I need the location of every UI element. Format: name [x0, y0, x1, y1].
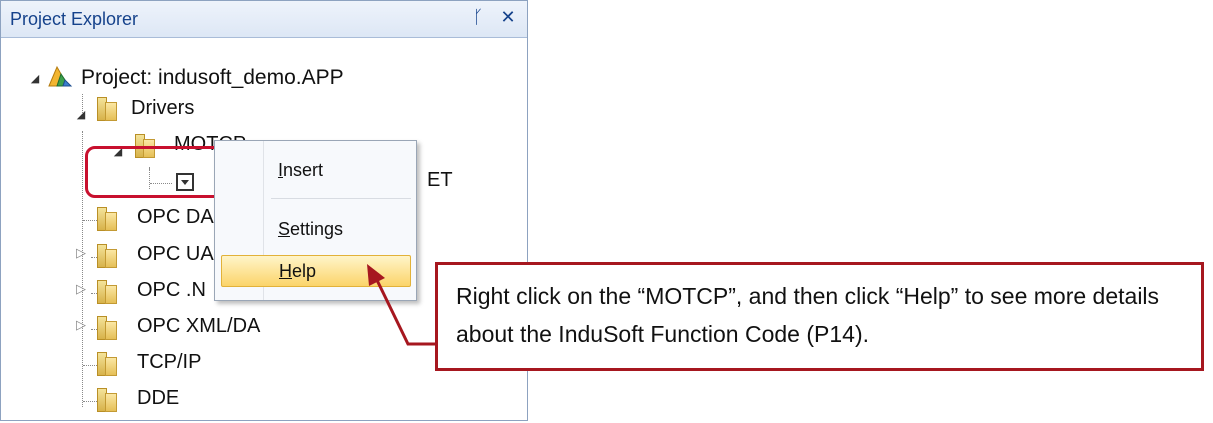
annotation-callout: Right click on the “MOTCP”, and then cli…: [435, 262, 1204, 371]
callout-text: Right click on the “MOTCP”, and then cli…: [456, 283, 1160, 347]
